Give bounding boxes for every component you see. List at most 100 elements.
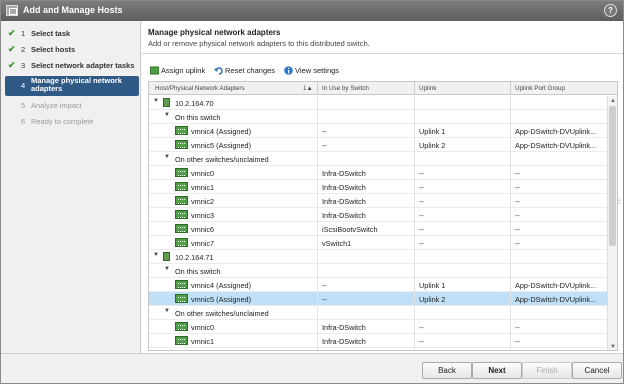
cell-divider bbox=[510, 236, 511, 250]
group-label: On other switches/unclaimed bbox=[175, 309, 269, 318]
view-settings-button[interactable]: View settings bbox=[284, 66, 339, 78]
wizard-step-4[interactable]: 4 Manage physical network adapters bbox=[5, 76, 139, 96]
column-divider[interactable] bbox=[414, 82, 415, 95]
view-settings-label: View settings bbox=[295, 66, 340, 75]
step-number: 6 bbox=[21, 117, 26, 126]
cell-divider bbox=[510, 320, 511, 334]
column-header-uplink[interactable]: Uplink bbox=[419, 85, 437, 92]
wizard-step-6: 6 Ready to complete bbox=[5, 115, 139, 129]
expand-arrow-icon[interactable]: ▼ bbox=[164, 154, 170, 160]
table-row[interactable]: vmnic0 Infra-DSwitch -- -- bbox=[149, 320, 607, 334]
table-row[interactable]: vmnic2Infra-DSwitch---- bbox=[149, 348, 607, 351]
scroll-down-icon[interactable]: ▼ bbox=[609, 343, 617, 350]
step-label: Select task bbox=[31, 29, 71, 38]
cell-divider bbox=[414, 194, 415, 208]
in-use-switch: Infra-DSwitch bbox=[322, 169, 366, 178]
adapter-name: vmnic2 bbox=[191, 197, 215, 206]
wizard-step-1[interactable]: ✔ 1 Select task bbox=[5, 27, 139, 41]
adapter-name: vmnic1 bbox=[191, 337, 215, 346]
network-adapter-icon bbox=[175, 224, 188, 233]
column-header-switch[interactable]: In Use by Switch bbox=[322, 85, 369, 92]
uplink-cell: -- bbox=[419, 183, 424, 192]
finish-button[interactable]: Finish bbox=[522, 362, 572, 379]
network-adapter-icon bbox=[175, 294, 188, 303]
expand-arrow-icon[interactable]: ▼ bbox=[164, 308, 170, 314]
next-button[interactable]: Next bbox=[472, 362, 522, 379]
cell-divider bbox=[414, 264, 415, 278]
portgroup-cell: -- bbox=[515, 197, 520, 206]
cell-divider bbox=[317, 180, 318, 194]
wizard-step-3[interactable]: ✔ 3 Select network adapter tasks bbox=[5, 59, 139, 73]
table-body: ▼ 10.2.164.70 ▼ On this switch vmnic4 (Assig… bbox=[149, 96, 607, 351]
column-divider[interactable] bbox=[510, 82, 511, 95]
table-row[interactable]: vmnic5 (Assigned) -- Uplink 2 App-DSwitch-D… bbox=[149, 292, 607, 306]
cancel-button[interactable]: Cancel bbox=[572, 362, 622, 379]
uplink-cell: -- bbox=[419, 169, 424, 178]
table-row[interactable]: vmnic6 iScsiBootvSwitch -- -- bbox=[149, 222, 607, 236]
portgroup-cell: -- bbox=[515, 323, 520, 332]
in-use-switch: Infra-DSwitch bbox=[322, 337, 366, 346]
assign-uplink-button[interactable]: Assign uplink bbox=[149, 66, 205, 78]
column-divider[interactable] bbox=[317, 82, 318, 95]
expand-arrow-icon[interactable]: ▼ bbox=[153, 252, 159, 258]
step-number: 1 bbox=[21, 29, 26, 38]
table-row[interactable]: vmnic2Infra-DSwitch---- bbox=[149, 194, 607, 208]
main-content: Manage physical network adapters Add or … bbox=[142, 21, 623, 353]
column-header-adapters[interactable]: Host/Physical Network Adapters bbox=[155, 85, 245, 92]
vertical-scrollbar[interactable]: ▲ ▼ bbox=[607, 96, 617, 350]
table-row[interactable]: vmnic1 Infra-DSwitch -- -- bbox=[149, 334, 607, 348]
resize-grip-icon[interactable]: ⁞⁞ bbox=[617, 199, 621, 206]
table-header: Host/Physical Network Adapters 1▲ In Use… bbox=[149, 82, 617, 95]
cell-divider bbox=[414, 250, 415, 264]
checkmark-icon: ✔ bbox=[8, 60, 16, 70]
expand-arrow-icon[interactable]: ▼ bbox=[164, 266, 170, 272]
help-button[interactable]: ? bbox=[604, 4, 617, 17]
step-label: Select hosts bbox=[31, 45, 76, 54]
cell-divider bbox=[414, 222, 415, 236]
table-row[interactable]: vmnic4 (Assigned) -- Uplink 1 App-DSwitch-D… bbox=[149, 124, 607, 138]
host-row[interactable]: ▼ 10.2.164.70 bbox=[149, 96, 607, 110]
cell-divider bbox=[317, 152, 318, 166]
table-row[interactable]: vmnic1 Infra-DSwitch -- -- bbox=[149, 180, 607, 194]
scroll-up-icon[interactable]: ▲ bbox=[609, 97, 617, 105]
cell-divider bbox=[317, 334, 318, 348]
column-header-portgroup[interactable]: Uplink Port Group bbox=[515, 85, 565, 92]
in-use-switch: -- bbox=[322, 281, 327, 290]
back-button[interactable]: Back bbox=[422, 362, 472, 379]
expand-arrow-icon[interactable]: ▼ bbox=[164, 112, 170, 118]
group-row[interactable]: ▼ On this switch bbox=[149, 264, 607, 278]
host-icon bbox=[163, 98, 170, 107]
network-adapter-icon bbox=[175, 350, 188, 351]
network-adapter-icon bbox=[175, 238, 188, 247]
adapter-name: vmnic0 bbox=[191, 323, 215, 332]
in-use-switch: Infra-DSwitch bbox=[322, 323, 366, 332]
divider bbox=[142, 53, 623, 54]
expand-arrow-icon[interactable]: ▼ bbox=[153, 98, 159, 104]
adapter-name: vmnic3 bbox=[191, 211, 215, 220]
cell-divider bbox=[414, 180, 415, 194]
step-label: Select network adapter tasks bbox=[31, 61, 135, 70]
network-adapter-icon bbox=[175, 126, 188, 135]
table-row[interactable]: vmnic5 (Assigned) -- Uplink 2 App-DSwitch-D… bbox=[149, 138, 607, 152]
scroll-thumb[interactable] bbox=[609, 106, 616, 246]
cell-divider bbox=[414, 292, 415, 306]
host-row[interactable]: ▼ 10.2.164.71 bbox=[149, 250, 607, 264]
wizard-step-2[interactable]: ✔ 2 Select hosts bbox=[5, 43, 139, 57]
network-adapter-icon bbox=[175, 168, 188, 177]
cell-divider bbox=[414, 320, 415, 334]
group-row[interactable]: ▼ On other switches/unclaimed bbox=[149, 152, 607, 166]
cell-divider bbox=[317, 278, 318, 292]
cell-divider bbox=[510, 264, 511, 278]
table-row[interactable]: vmnic0 Infra-DSwitch -- -- bbox=[149, 166, 607, 180]
cell-divider bbox=[414, 152, 415, 166]
table-row[interactable]: vmnic3 Infra-DSwitch -- -- bbox=[149, 208, 607, 222]
network-adapter-icon bbox=[175, 336, 188, 345]
table-row[interactable]: vmnic4 (Assigned) -- Uplink 1 App-DSwitch-D… bbox=[149, 278, 607, 292]
table-row[interactable]: vmnic7 vSwitch1 -- -- bbox=[149, 236, 607, 250]
group-row[interactable]: ▼ On other switches/unclaimed bbox=[149, 306, 607, 320]
title-bar: Add and Manage Hosts ? bbox=[1, 1, 623, 21]
cell-divider bbox=[414, 306, 415, 320]
cell-divider bbox=[510, 194, 511, 208]
reset-changes-button[interactable]: Reset changes bbox=[214, 66, 275, 78]
group-row[interactable]: ▼ On this switch bbox=[149, 110, 607, 124]
